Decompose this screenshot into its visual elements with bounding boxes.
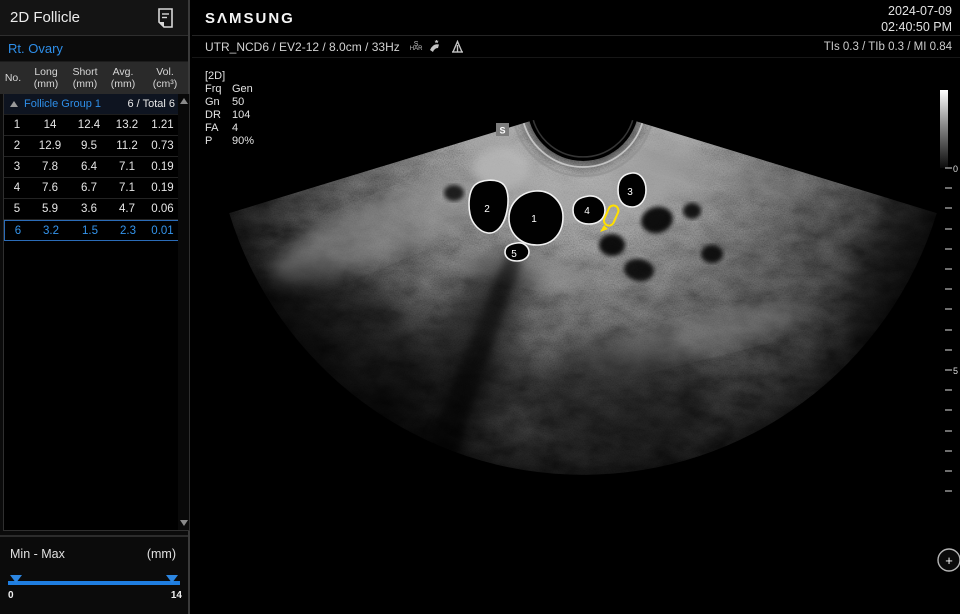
minmax-unit: (mm) <box>147 547 176 561</box>
follicle-outline-5[interactable] <box>505 243 529 261</box>
collapse-icon[interactable] <box>10 101 18 107</box>
acoustic-indices: TIs 0.3 / TIb 0.3 / MI 0.84 <box>824 41 952 53</box>
echo-fan <box>192 58 960 614</box>
col-avg: Avg.(mm) <box>104 66 142 90</box>
table-scrollbar[interactable] <box>178 94 189 530</box>
table-row-4[interactable]: 47.6 6.77.1 0.19 <box>4 178 189 199</box>
table-body: Follicle Group 1 6 / Total 6 114 12.413.… <box>3 94 190 531</box>
table-row-1[interactable]: 114 12.413.2 1.21 <box>4 115 189 136</box>
harmonic-icon: S HAR <box>410 42 423 52</box>
follicle-group-row[interactable]: Follicle Group 1 6 / Total 6 <box>4 94 189 115</box>
probe-icon <box>429 40 444 53</box>
zoom-button[interactable]: + <box>938 549 960 571</box>
follicle-label-5: 5 <box>511 249 517 260</box>
table-header: No. Long(mm) Short(mm) Avg.(mm) Vol.(cm³… <box>0 62 188 94</box>
slider-max-value: 14 <box>171 590 182 601</box>
main-area: SΛMSUNG 2024-07-09 02:40:50 PM UTR_NCD6 … <box>192 0 960 614</box>
minmax-label: Min - Max <box>10 547 65 561</box>
col-no: No. <box>0 72 26 84</box>
probe-info: UTR_NCD6 / EV2-12 / 8.0cm / 33Hz <box>205 40 400 54</box>
side-label: Rt. Ovary <box>0 36 188 62</box>
depth-label-5: 5 <box>953 366 958 376</box>
minmax-section: Min - Max (mm) 0 14 <box>0 535 188 614</box>
col-vol: Vol.(cm³) <box>142 66 188 90</box>
depth-ruler <box>945 168 952 491</box>
svg-text:S: S <box>499 126 505 136</box>
col-long: Long(mm) <box>26 66 66 90</box>
table-row-6-selected[interactable]: 63.2 1.52.3 0.01 <box>4 220 189 241</box>
col-short: Short(mm) <box>66 66 104 90</box>
date-label: 2024-07-09 <box>881 3 952 19</box>
group-count: 6 / Total 6 <box>128 98 176 110</box>
top-bar: SΛMSUNG 2024-07-09 02:40:50 PM <box>192 0 960 36</box>
follicle-panel: 2D Follicle Rt. Ovary No. Long(mm) Short… <box>0 0 190 614</box>
svg-text:+: + <box>945 553 953 568</box>
follicle-label-2: 2 <box>484 204 490 215</box>
status-bar: UTR_NCD6 / EV2-12 / 8.0cm / 33Hz S HAR T… <box>192 36 960 58</box>
table-row-3[interactable]: 37.8 6.47.1 0.19 <box>4 157 189 178</box>
biopsy-guide-icon <box>451 40 464 53</box>
time-label: 02:40:50 PM <box>881 19 952 35</box>
grayscale-bar <box>940 90 948 168</box>
follicle-label-1: 1 <box>531 214 537 225</box>
report-icon[interactable] <box>157 8 174 28</box>
screen: 2D Follicle Rt. Ovary No. Long(mm) Short… <box>0 0 960 614</box>
table-row-5[interactable]: 55.9 3.64.7 0.06 <box>4 199 189 220</box>
samsung-logo: SΛMSUNG <box>205 10 295 27</box>
ultrasound-display[interactable]: 1 2 3 4 5 S <box>192 58 960 614</box>
ultrasound-image[interactable]: 1 2 3 4 5 S <box>192 58 960 614</box>
follicle-label-4: 4 <box>584 206 590 217</box>
page-title: 2D Follicle <box>10 9 80 26</box>
scroll-up-icon[interactable] <box>180 98 188 104</box>
slider-handle-max[interactable] <box>166 575 178 583</box>
orientation-marker: S <box>496 123 509 136</box>
group-label: Follicle Group 1 <box>24 98 128 110</box>
minmax-slider[interactable] <box>8 575 180 589</box>
scroll-down-icon[interactable] <box>180 520 188 526</box>
follicle-label-3: 3 <box>627 187 633 198</box>
slider-track[interactable] <box>8 581 180 585</box>
panel-title-bar: 2D Follicle <box>0 0 188 36</box>
table-row-2[interactable]: 212.9 9.511.2 0.73 <box>4 136 189 157</box>
depth-label-0: 0 <box>953 164 958 174</box>
slider-handle-min[interactable] <box>10 575 22 583</box>
slider-min-value: 0 <box>8 590 14 601</box>
